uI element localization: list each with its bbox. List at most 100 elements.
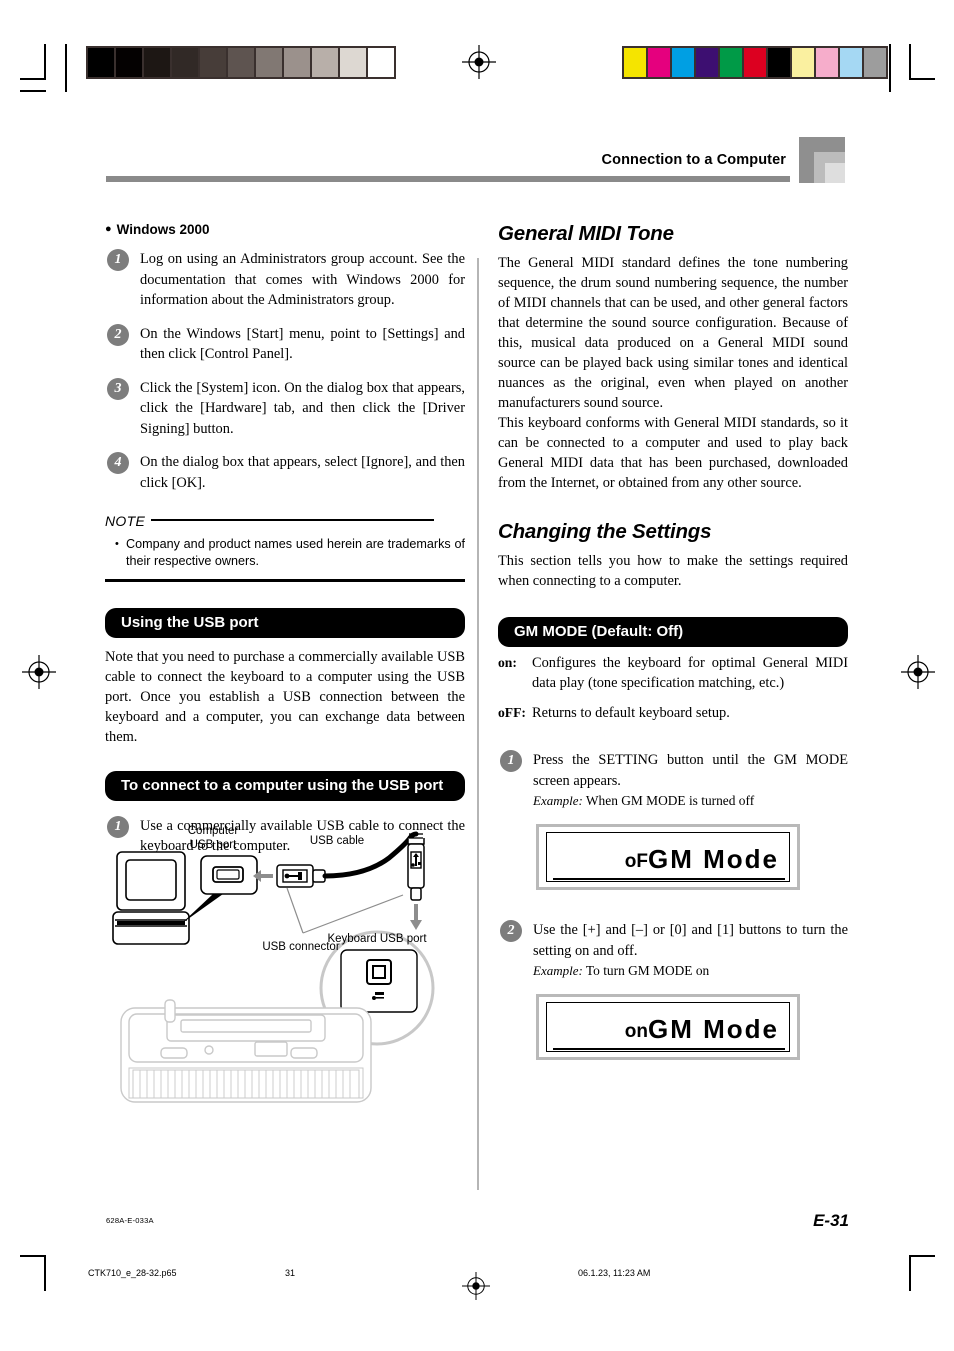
page-marker-inner [825,163,845,183]
changing-settings-body: This section tells you how to make the s… [498,553,848,589]
label-keyboard-usb-port: Keyboard USB port [327,933,427,945]
grayscale-patch-5 [228,48,256,77]
bullet-icon: ● [105,223,112,235]
print-file-name: CTK710_e_28-32.p65 [88,1268,177,1278]
gm-mode-option-off: oFF: Returns to default keyboard setup. [498,703,848,723]
color-patch-7 [792,48,816,77]
general-midi-tone-title: General MIDI Tone [498,222,674,245]
example-label: Example: [533,793,583,808]
example-line: Example: When GM MODE is turned off [533,791,848,810]
crop-mark-top-left-h2 [20,90,46,92]
step-number: 2 [500,920,522,942]
note-caption-rule [151,519,435,521]
color-patch-3 [696,48,720,77]
print-timestamp: 06.1.23, 11:23 AM [578,1268,651,1278]
label-usb-cable: USB cable [310,835,364,847]
gm-mode-option-key: oFF: [498,705,526,720]
lcd-screen: onGM Mode [546,1002,790,1052]
windows-step-1: 1 Log on using an Administrators group a… [105,249,465,311]
label-computer-line2: USB port [190,839,237,851]
crop-mark-bottom-right-v [909,1255,911,1291]
color-patch-1 [648,48,672,77]
lcd-screen: oFGM Mode [546,832,790,882]
grayscale-patch-1 [116,48,144,77]
grayscale-patch-10 [368,48,394,77]
header-rule [106,176,790,182]
page-number-label: E-31 [813,1211,849,1230]
document-code: 628A-E-033A [106,1216,154,1225]
lcd-text: oFGM Mode [625,844,779,877]
step-text: Use the [+] and [–] or [0] and [1] butto… [533,922,848,959]
general-midi-paragraph-1: The General MIDI standard defines the to… [498,255,848,411]
note-bottom-rule [105,579,465,582]
step-text: Press the SETTING button until the GM MO… [533,752,848,789]
color-patch-10 [864,48,886,77]
grayscale-patch-3 [172,48,200,77]
crop-mark-top-left-v [44,44,46,80]
gm-mode-option-text: Returns to default keyboard setup. [532,705,730,721]
crop-mark-top-right-h [909,78,935,80]
color-patch-6 [768,48,792,77]
grayscale-patch-7 [284,48,312,77]
using-usb-port-body: Note that you need to purchase a commerc… [105,648,465,745]
grayscale-patch-8 [312,48,340,77]
color-patch-5 [744,48,768,77]
label-computer-line1: Computer [188,825,239,837]
windows-2000-heading: ● Windows 2000 [105,222,210,237]
grayscale-patch-4 [200,48,228,77]
step-text: Log on using an Administrators group acc… [140,251,465,308]
page-marker [799,137,845,183]
color-patch-0 [624,48,648,77]
step-number: 4 [107,452,129,474]
lcd-label: GM Mode [648,1014,779,1044]
usb-connection-diagram: Computer USB port USB cable USB connecto… [105,820,465,1120]
step-text: On the Windows [Start] menu, point to [S… [140,325,465,363]
lcd-display-on: onGM Mode [536,994,800,1060]
note-list: Company and product names used herein ar… [105,536,465,570]
note-block: NOTE Company and product names used here… [105,513,465,582]
color-calibration-bar [622,46,888,79]
lcd-prefix: oF [624,851,648,872]
color-patch-2 [672,48,696,77]
registration-mark-top [462,45,496,79]
registration-mark-bottom [462,1272,490,1300]
windows-step-4: 4 On the dialog box that appears, select… [105,452,465,493]
crop-mark-top-left-h [20,78,46,80]
color-patch-9 [840,48,864,77]
lcd-text: onGM Mode [625,1014,779,1047]
example-label: Example: [533,963,583,978]
color-patch-4 [720,48,744,77]
crop-mark-bottom-right-h [909,1255,935,1257]
note-caption: NOTE [105,513,146,529]
lcd-underline [553,1048,785,1050]
step-number: 2 [107,323,129,346]
step-number: 3 [107,377,129,400]
grayscale-patch-9 [340,48,368,77]
left-column: ● Windows 2000 1 Log on using an Administ… [105,222,465,870]
print-page-number: 31 [285,1268,296,1278]
right-column: General MIDI Tone The General MIDI stand… [498,222,848,1060]
example-text: To turn GM MODE on [585,963,710,978]
gm-mode-option-key: on: [498,655,517,670]
example-text: When GM MODE is turned off [585,793,755,808]
step-text: On the dialog box that appears, select [… [140,454,465,491]
grayscale-calibration-bar [86,46,396,79]
step-number: 1 [107,249,129,271]
lcd-underline [553,878,785,880]
example-line: Example: To turn GM MODE on [533,961,848,980]
grayscale-patch-6 [256,48,284,77]
note-item: Company and product names used herein ar… [115,536,465,570]
step-text: Click the [System] icon. On the dialog b… [140,379,465,437]
grayscale-patch-0 [88,48,116,77]
windows-step-2: 2 On the Windows [Start] menu, point to … [105,323,465,365]
registration-mark-left [22,655,56,689]
gm-step-2: 2 Use the [+] and [–] or [0] and [1] but… [498,920,848,980]
crop-mark-bottom-left-h [20,1255,46,1257]
gm-mode-heading: GM MODE (Default: Off) [498,617,848,647]
color-patch-8 [816,48,840,77]
crop-mark-top-right-v [909,44,911,80]
lcd-display-off: oFGM Mode [536,824,800,890]
gm-step-1: 1 Press the SETTING button until the GM … [498,750,848,810]
connect-usb-heading: To connect to a computer using the USB p… [105,770,465,801]
column-divider [477,258,479,1190]
